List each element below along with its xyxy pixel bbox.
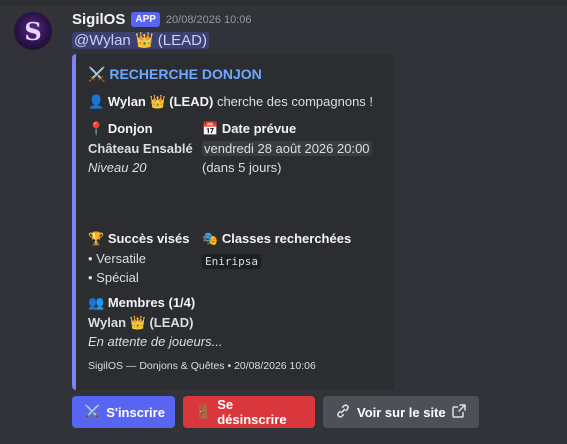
leader-name: Wylan 👑 (LEAD) xyxy=(107,94,214,109)
message-timestamp: 20/08/2026 10:06 xyxy=(165,13,252,26)
link-icon xyxy=(335,403,351,422)
description-text: cherche des compagnons ! xyxy=(213,94,374,109)
field-classes: 🎭 Classes recherchées Eniripsa xyxy=(202,231,351,271)
leave-button-label: Se désinscrire xyxy=(217,397,287,427)
dungeon-embed: ⚔️ RECHERCHE DONJON 👤 Wylan 👑 (LEAD) che… xyxy=(72,54,394,390)
field-date: 📅 Date prévue vendredi 28 août 2026 20:0… xyxy=(202,121,372,177)
join-button-label: S'inscrire xyxy=(106,404,165,420)
calendar-icon: 📅 xyxy=(202,122,219,137)
date-value[interactable]: vendredi 28 août 2026 20:00 xyxy=(202,141,372,156)
avatar-letter: S xyxy=(24,16,42,46)
dungeon-level: Niveau 20 xyxy=(88,160,147,175)
bot-username[interactable]: SigilOS xyxy=(72,11,125,28)
embed-footer: SigilOS — Donjons & Quêtes • 20/08/2026 … xyxy=(88,360,316,372)
field-dungeon: 📍 Donjon Château Ensablé Niveau 20 xyxy=(88,121,193,177)
door-icon: 🚪 xyxy=(195,404,212,420)
field-members: 👥 Membres (1/4) Wylan 👑 (LEAD) En attent… xyxy=(88,295,222,351)
success-item: • Spécial xyxy=(88,270,139,285)
field-dungeon-name: Donjon xyxy=(107,121,153,136)
crossed-swords-icon: ⚔️ xyxy=(88,67,106,83)
embed-description: 👤 Wylan 👑 (LEAD) cherche des compagnons … xyxy=(88,94,373,110)
class-code: Eniripsa xyxy=(202,254,261,269)
embed-title-text: RECHERCHE DONJON xyxy=(109,66,262,82)
app-badge: APP xyxy=(131,12,160,27)
success-item: • Versatile xyxy=(88,251,147,266)
field-success-name: Succès visés xyxy=(107,231,190,246)
embed-title: ⚔️ RECHERCHE DONJON xyxy=(88,66,262,83)
pin-icon: 📍 xyxy=(88,122,105,137)
message-header: SigilOS APP 20/08/2026 10:06 xyxy=(72,11,252,28)
external-link-icon xyxy=(451,403,466,421)
member-leader: Wylan 👑 (LEAD) xyxy=(88,315,194,330)
field-classes-name: Classes recherchées xyxy=(221,231,352,246)
dungeon-value: Château Ensablé xyxy=(88,141,193,156)
members-waiting: En attente de joueurs... xyxy=(88,334,223,349)
date-relative: (dans 5 jours) xyxy=(202,160,282,175)
trophy-icon: 🏆 xyxy=(88,232,105,247)
user-mention[interactable]: @Wylan 👑 (LEAD) xyxy=(72,32,209,49)
field-members-name: Membres (1/4) xyxy=(107,295,196,310)
view-site-button[interactable]: Voir sur le site xyxy=(323,396,479,428)
action-buttons: ⚔️ S'inscrire 🚪 Se désinscrire Voir sur … xyxy=(72,396,479,428)
top-bar xyxy=(0,0,567,6)
field-success: 🏆 Succès visés • Versatile • Spécial xyxy=(88,231,190,287)
field-date-name: Date prévue xyxy=(221,121,297,136)
users-icon: 👥 xyxy=(88,296,105,311)
crossed-swords-icon: ⚔️ xyxy=(84,404,101,420)
view-site-button-label: Voir sur le site xyxy=(357,404,446,420)
user-icon: 👤 xyxy=(88,95,105,110)
masks-icon: 🎭 xyxy=(202,232,219,247)
mention-line: @Wylan 👑 (LEAD) xyxy=(72,31,209,49)
bot-avatar[interactable]: S xyxy=(14,12,52,50)
join-button[interactable]: ⚔️ S'inscrire xyxy=(72,396,175,428)
leave-button[interactable]: 🚪 Se désinscrire xyxy=(183,396,315,428)
